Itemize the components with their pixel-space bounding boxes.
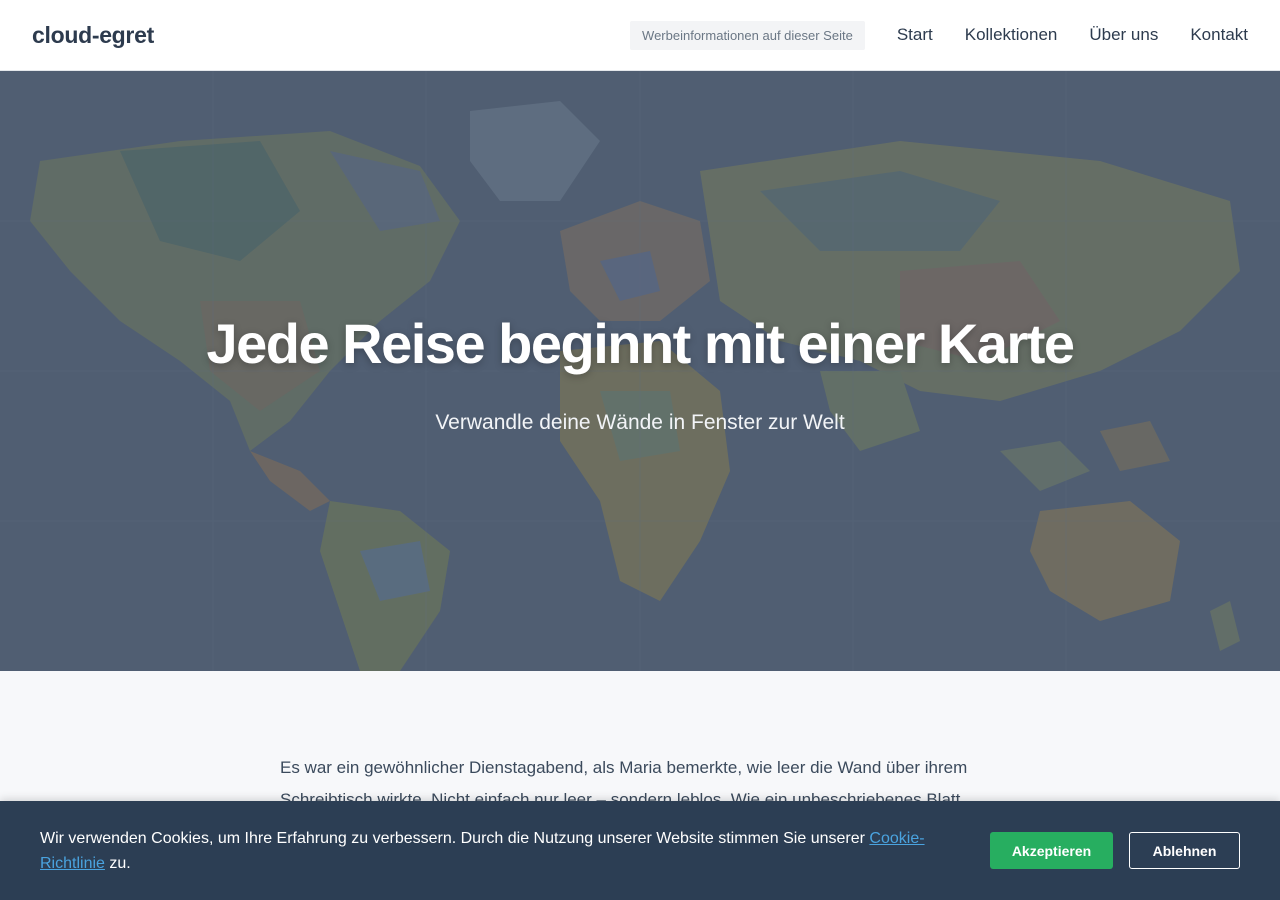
nav-link-kontakt[interactable]: Kontakt [1190, 25, 1248, 45]
cookie-banner: Wir verwenden Cookies, um Ihre Erfahrung… [0, 801, 1280, 900]
site-logo[interactable]: cloud-egret [32, 22, 154, 49]
accept-cookies-button[interactable]: Akzeptieren [990, 832, 1113, 869]
hero-section: Jede Reise beginnt mit einer Karte Verwa… [0, 71, 1280, 671]
main-nav: Werbeinformationen auf dieser Seite Star… [630, 20, 1248, 50]
cookie-text-after: zu. [104, 854, 131, 872]
nav-link-ueber-uns[interactable]: Über uns [1089, 25, 1158, 45]
nav-link-kollektionen[interactable]: Kollektionen [965, 25, 1058, 45]
cookie-message: Wir verwenden Cookies, um Ihre Erfahrung… [40, 826, 960, 876]
site-header: cloud-egret Werbeinformationen auf diese… [0, 0, 1280, 71]
hero-subtitle: Verwandle deine Wände in Fenster zur Wel… [435, 411, 845, 434]
decline-cookies-button[interactable]: Ablehnen [1129, 832, 1240, 869]
nav-link-start[interactable]: Start [897, 25, 933, 45]
cookie-text-before: Wir verwenden Cookies, um Ihre Erfahrung… [40, 829, 870, 847]
hero-title: Jede Reise beginnt mit einer Karte [206, 312, 1075, 375]
ad-info-label[interactable]: Werbeinformationen auf dieser Seite [630, 20, 865, 50]
